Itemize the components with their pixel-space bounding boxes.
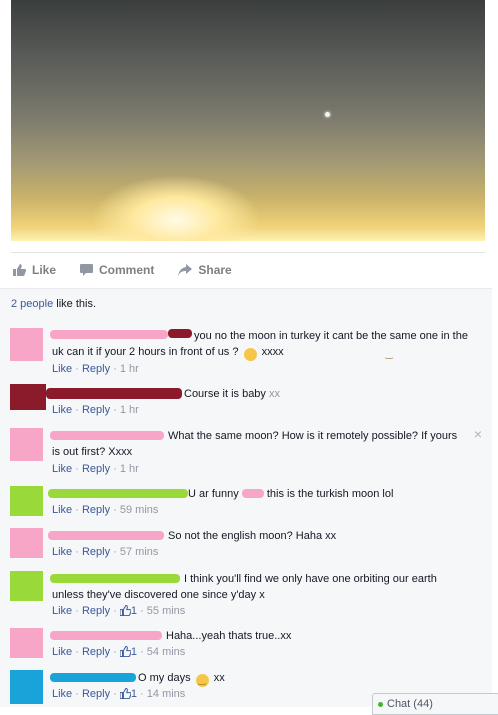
comment-like-link[interactable]: Like <box>52 688 72 700</box>
comment-meta: Like · Reply · 1 · 54 mins <box>52 646 186 658</box>
avatar[interactable] <box>10 628 43 658</box>
comment-meta: Like · Reply · 57 mins <box>52 546 159 558</box>
redacted-name <box>50 631 162 640</box>
comment-meta: Like · Reply · 1 · 14 mins <box>52 688 186 700</box>
thumbs-up-icon <box>119 646 131 657</box>
share-button[interactable]: Share <box>178 263 232 277</box>
comment-like-link[interactable]: Like <box>52 363 72 375</box>
likes-summary-bar: 2 people like this. <box>0 288 492 317</box>
comment-button[interactable]: Comment <box>80 263 154 277</box>
comment-like-link[interactable]: Like <box>52 546 72 558</box>
smiley-emoji-icon: ‿ <box>195 674 209 687</box>
comment-text: What the same moon? How is it remotely p… <box>52 430 458 458</box>
comment-meta: Like · Reply · 1 hr <box>52 404 139 416</box>
likers-link[interactable]: 2 people <box>11 298 53 310</box>
comment-like-count[interactable]: 1 <box>131 646 137 658</box>
avatar[interactable] <box>10 571 43 601</box>
like-button[interactable]: Like <box>13 263 56 277</box>
likes-summary: 2 people like this. <box>11 298 96 310</box>
thumbs-up-icon <box>13 264 26 276</box>
close-icon[interactable]: × <box>474 426 482 442</box>
comment-time[interactable]: 59 mins <box>120 504 159 516</box>
comment-meta: Like · Reply · 59 mins <box>52 504 159 516</box>
sun-glow <box>91 175 261 241</box>
comment-time[interactable]: 1 hr <box>120 404 139 416</box>
thumbs-up-icon <box>119 688 131 699</box>
online-status-icon <box>378 702 383 707</box>
comment-item: Haha...yeah thats true..xx Like · Reply … <box>0 626 492 666</box>
comment-item: What the same moon? How is it remotely p… <box>0 426 492 478</box>
comment-reply-link[interactable]: Reply <box>82 646 110 658</box>
redacted-name <box>48 489 188 498</box>
avatar[interactable] <box>10 384 46 410</box>
comment-reply-link[interactable]: Reply <box>82 504 110 516</box>
comment-time[interactable]: 1 hr <box>120 363 139 375</box>
comment-like-count[interactable]: 1 <box>131 605 137 617</box>
comment-meta: Like · Reply · 1 hr <box>52 463 139 475</box>
comment-text: Haha...yeah thats true..xx <box>166 630 292 642</box>
comment-text: U ar funny this is the turkish moon lol <box>188 488 394 500</box>
comment-reply-link[interactable]: Reply <box>82 605 110 617</box>
comment-item: Course it is baby xx Like · Reply · 1 hr <box>0 382 492 422</box>
comment-reply-link[interactable]: Reply <box>82 688 110 700</box>
comment-meta: Like · Reply · 1 · 55 mins <box>52 605 186 617</box>
moon-dot <box>325 112 330 117</box>
redacted-name <box>46 388 182 399</box>
comment-time[interactable]: 57 mins <box>120 546 159 558</box>
comment-text: I think you'll find we only have one orb… <box>52 573 437 601</box>
avatar[interactable] <box>10 328 43 361</box>
comment-text: O my days ‿ xx <box>138 672 225 687</box>
redacted-name <box>50 673 136 682</box>
post-photo[interactable] <box>11 0 485 241</box>
avatar[interactable] <box>10 428 43 461</box>
comment-item: you no the moon in turkey it cant be the… <box>0 326 492 378</box>
comment-reply-link[interactable]: Reply <box>82 404 110 416</box>
comment-time[interactable]: 55 mins <box>147 605 186 617</box>
comment-like-link[interactable]: Like <box>52 463 72 475</box>
likes-suffix: like this. <box>56 298 97 310</box>
comment-like-link[interactable]: Like <box>52 646 72 658</box>
comment-time[interactable]: 14 mins <box>147 688 186 700</box>
avatar[interactable] <box>10 486 43 516</box>
comment-meta: Like · Reply · 1 hr <box>52 363 139 375</box>
chat-label: Chat (44) <box>387 698 433 710</box>
comment-reply-link[interactable]: Reply <box>82 546 110 558</box>
avatar[interactable] <box>10 528 43 558</box>
redacted-name <box>241 489 264 498</box>
avatar[interactable] <box>10 670 43 704</box>
thumbs-up-icon <box>119 605 131 616</box>
comment-item: I think you'll find we only have one orb… <box>0 569 492 621</box>
comment-text: So not the english moon? Haha xx <box>168 530 337 542</box>
comment-reply-link[interactable]: Reply <box>82 363 110 375</box>
comments-section: you no the moon in turkey it cant be the… <box>0 316 492 707</box>
comment-like-link[interactable]: Like <box>52 404 72 416</box>
chat-tab[interactable]: Chat (44) <box>372 693 498 715</box>
share-arrow-icon <box>178 264 193 276</box>
comment-item: So not the english moon? Haha xx Like · … <box>0 526 492 566</box>
comment-item: U ar funny this is the turkish moon lol … <box>0 484 492 524</box>
comment-text: you no the moon in turkey it cant be the… <box>52 330 468 361</box>
comment-time[interactable]: 1 hr <box>120 463 139 475</box>
post-actions-bar: Like Comment Share <box>11 252 485 287</box>
smiley-emoji-icon: ‿ <box>243 348 393 361</box>
redacted-name <box>48 531 164 540</box>
comment-text: Course it is baby xx <box>184 388 280 400</box>
comment-like-count[interactable]: 1 <box>131 688 137 700</box>
comment-time[interactable]: 54 mins <box>147 646 186 658</box>
comment-reply-link[interactable]: Reply <box>82 463 110 475</box>
comment-like-link[interactable]: Like <box>52 605 72 617</box>
speech-bubble-icon <box>80 264 94 276</box>
comment-like-link[interactable]: Like <box>52 504 72 516</box>
